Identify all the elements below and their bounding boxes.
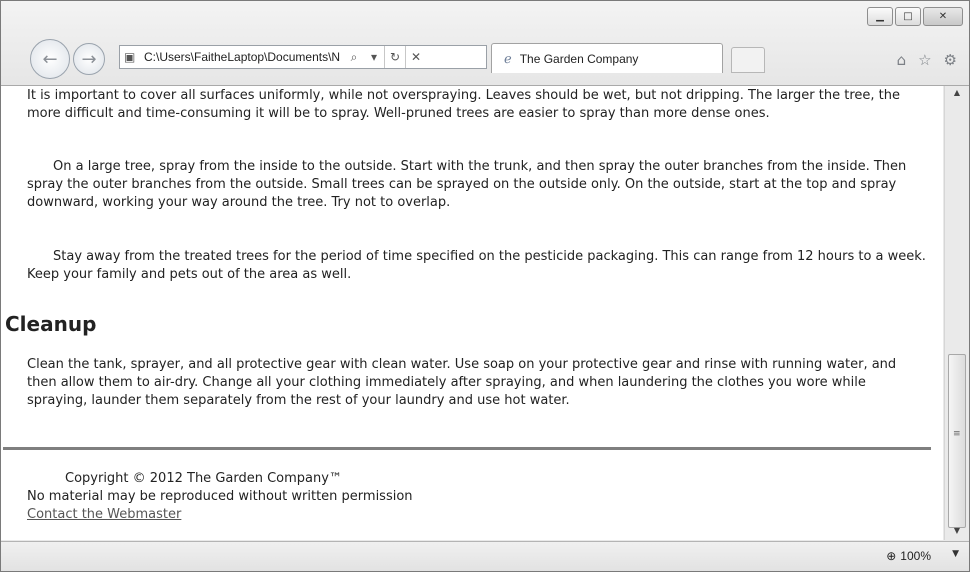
scroll-up-icon[interactable]: ▲ (951, 88, 963, 100)
section-heading: Cleanup (5, 312, 97, 336)
footer: Copyright © 2012 The Garden Company™ No … (27, 470, 827, 524)
paragraph: On a large tree, spray from the inside t… (27, 159, 907, 210)
close-icon[interactable]: ✕ (923, 7, 963, 26)
refresh-icon[interactable]: ↻ (385, 50, 405, 64)
maximize-icon[interactable]: □ (895, 7, 921, 26)
chevron-down-icon[interactable]: ▼ (952, 549, 959, 559)
scrollbar-thumb[interactable]: ≡ (948, 354, 966, 528)
forward-arrow-icon[interactable]: → (73, 43, 105, 75)
vertical-scrollbar[interactable]: ▲ ≡ ▼ (944, 86, 969, 540)
browser-window: ▁ □ ✕ ← → ▣ C:\Users\FaitheLaptop\Docume… (0, 0, 970, 572)
copyright-text: Copyright © 2012 The Garden Company™ (65, 471, 342, 486)
scroll-down-icon[interactable]: ▼ (951, 526, 963, 538)
paragraph: It is important to cover all surfaces un… (27, 88, 900, 121)
page-icon: ▣ (124, 50, 136, 64)
divider (3, 447, 931, 450)
browser-toolbar: ▁ □ ✕ ← → ▣ C:\Users\FaitheLaptop\Docume… (1, 1, 969, 86)
notice-text: No material may be reproduced without wr… (27, 489, 413, 504)
command-icons: ⌂ ☆ ⚙ (897, 51, 957, 69)
gear-icon[interactable]: ⚙ (944, 51, 957, 69)
page-content: It is important to cover all surfaces un… (1, 86, 943, 540)
zoom-level: 100% (900, 549, 931, 563)
window-controls: ▁ □ ✕ (867, 7, 963, 26)
contact-webmaster-link[interactable]: Contact the Webmaster (27, 507, 181, 522)
search-icon[interactable]: ⌕ (344, 50, 364, 65)
tab-the-garden-company[interactable]: ℯ The Garden Company (491, 43, 723, 73)
dropdown-icon[interactable]: ▾ (364, 50, 384, 64)
zoom-control[interactable]: ⊕ 100% (886, 549, 931, 563)
stop-icon[interactable]: ✕ (406, 50, 426, 64)
paragraph: Clean the tank, sprayer, and all protect… (27, 357, 897, 408)
grip-icon: ≡ (953, 429, 961, 439)
tab-title: The Garden Company (519, 51, 639, 66)
address-url[interactable]: C:\Users\FaitheLaptop\Documents\N (144, 50, 344, 64)
ie-icon: ℯ (504, 50, 512, 66)
home-icon[interactable]: ⌂ (897, 51, 907, 69)
status-bar: ⊕ 100% ▼ (1, 541, 969, 571)
new-tab-button[interactable] (731, 47, 765, 73)
star-icon[interactable]: ☆ (918, 51, 931, 69)
minimize-icon[interactable]: ▁ (867, 7, 893, 26)
address-bar[interactable]: ▣ C:\Users\FaitheLaptop\Documents\N ⌕ ▾ … (119, 45, 487, 69)
paragraph: Stay away from the treated trees for the… (27, 249, 926, 282)
back-arrow-icon[interactable]: ← (30, 39, 70, 79)
zoom-icon: ⊕ (886, 549, 897, 563)
